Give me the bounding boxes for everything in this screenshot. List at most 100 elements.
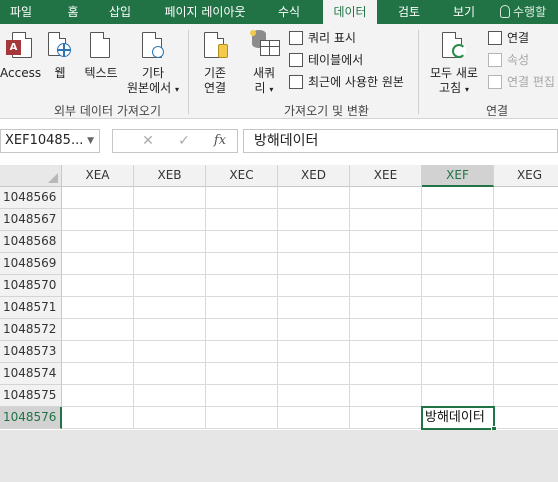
cell-xee1048576[interactable] xyxy=(350,407,422,429)
cell-xec1048569[interactable] xyxy=(206,253,278,275)
cell-xeg1048572[interactable] xyxy=(494,319,558,341)
tab-file[interactable]: 파일 xyxy=(0,0,42,24)
cell-xec1048575[interactable] xyxy=(206,385,278,407)
cell-xed1048576[interactable] xyxy=(278,407,350,429)
other-sources-button[interactable]: 기타 원본에서 ▾ xyxy=(124,28,182,96)
cell-xec1048567[interactable] xyxy=(206,209,278,231)
cell-xec1048570[interactable] xyxy=(206,275,278,297)
cell-xed1048573[interactable] xyxy=(278,341,350,363)
column-header-xee[interactable]: XEE xyxy=(350,165,422,187)
cell-xec1048573[interactable] xyxy=(206,341,278,363)
column-header-xec[interactable]: XEC xyxy=(206,165,278,187)
cell-xeg1048571[interactable] xyxy=(494,297,558,319)
tab-formulas[interactable]: 수식 xyxy=(266,0,312,24)
cell-xea1048567[interactable] xyxy=(62,209,134,231)
recent-sources-button[interactable]: 최근에 사용한 원본 xyxy=(288,74,416,92)
cell-xec1048574[interactable] xyxy=(206,363,278,385)
row-header-1048570[interactable]: 1048570 xyxy=(0,275,62,297)
refresh-all-button[interactable]: 모두 새로 고침 ▾ xyxy=(424,28,484,96)
cell-xed1048571[interactable] xyxy=(278,297,350,319)
cell-xee1048567[interactable] xyxy=(350,209,422,231)
cell-xea1048575[interactable] xyxy=(62,385,134,407)
cell-xea1048568[interactable] xyxy=(62,231,134,253)
cell-xeg1048570[interactable] xyxy=(494,275,558,297)
show-queries-button[interactable]: 쿼리 표시 xyxy=(288,30,388,48)
existing-connections-button[interactable]: 기존 연결 xyxy=(194,28,236,96)
enter-icon[interactable]: ✓ xyxy=(171,130,197,152)
column-header-xea[interactable]: XEA xyxy=(62,165,134,187)
cell-xea1048569[interactable] xyxy=(62,253,134,275)
row-header-1048576[interactable]: 1048576 xyxy=(0,407,62,429)
cell-xeg1048573[interactable] xyxy=(494,341,558,363)
new-query-button[interactable]: 새쿼 리 ▾ xyxy=(244,28,284,96)
row-header-1048572[interactable]: 1048572 xyxy=(0,319,62,341)
cell-xee1048570[interactable] xyxy=(350,275,422,297)
cell-xed1048575[interactable] xyxy=(278,385,350,407)
cell-xef1048569[interactable] xyxy=(422,253,494,275)
tab-data[interactable]: 데이터 xyxy=(323,0,377,24)
cell-xef1048573[interactable] xyxy=(422,341,494,363)
select-all-button[interactable] xyxy=(0,165,62,187)
cell-xea1048572[interactable] xyxy=(62,319,134,341)
cell-xef1048567[interactable] xyxy=(422,209,494,231)
cell-xea1048576[interactable] xyxy=(62,407,134,429)
cell-xed1048574[interactable] xyxy=(278,363,350,385)
cell-xeb1048571[interactable] xyxy=(134,297,206,319)
name-box-dropdown-icon[interactable]: ▼ xyxy=(87,130,94,152)
connections-button[interactable]: 연결 xyxy=(488,30,558,48)
cell-xee1048574[interactable] xyxy=(350,363,422,385)
web-button[interactable]: 웹 xyxy=(44,28,76,84)
cell-xed1048568[interactable] xyxy=(278,231,350,253)
cell-xef1048568[interactable] xyxy=(422,231,494,253)
cell-xeb1048570[interactable] xyxy=(134,275,206,297)
row-header-1048568[interactable]: 1048568 xyxy=(0,231,62,253)
cell-xec1048566[interactable] xyxy=(206,187,278,209)
cell-xeb1048568[interactable] xyxy=(134,231,206,253)
cell-xea1048570[interactable] xyxy=(62,275,134,297)
cell-xeb1048576[interactable] xyxy=(134,407,206,429)
cell-xeb1048574[interactable] xyxy=(134,363,206,385)
cell-xeb1048566[interactable] xyxy=(134,187,206,209)
cell-xeg1048569[interactable] xyxy=(494,253,558,275)
cell-xef1048572[interactable] xyxy=(422,319,494,341)
formula-input[interactable]: 방해데이터 xyxy=(243,129,558,153)
tab-page-layout[interactable]: 페이지 레이아웃 xyxy=(154,0,256,24)
tab-home[interactable]: 홈 xyxy=(52,0,94,24)
cell-xeg1048568[interactable] xyxy=(494,231,558,253)
cell-xea1048566[interactable] xyxy=(62,187,134,209)
row-header-1048567[interactable]: 1048567 xyxy=(0,209,62,231)
cell-xeg1048567[interactable] xyxy=(494,209,558,231)
cell-xeg1048575[interactable] xyxy=(494,385,558,407)
cell-xeb1048572[interactable] xyxy=(134,319,206,341)
cell-xef1048574[interactable] xyxy=(422,363,494,385)
row-header-1048569[interactable]: 1048569 xyxy=(0,253,62,275)
cell-xed1048570[interactable] xyxy=(278,275,350,297)
tell-me-search[interactable]: 수행할 xyxy=(500,0,546,24)
row-header-1048571[interactable]: 1048571 xyxy=(0,297,62,319)
cell-xea1048573[interactable] xyxy=(62,341,134,363)
cell-xed1048572[interactable] xyxy=(278,319,350,341)
cell-xec1048568[interactable] xyxy=(206,231,278,253)
text-button[interactable]: 텍스트 xyxy=(80,28,122,84)
tab-review[interactable]: 검토 xyxy=(387,0,431,24)
access-button[interactable]: A Access xyxy=(0,28,41,84)
cell-xeg1048566[interactable] xyxy=(494,187,558,209)
cell-xeb1048569[interactable] xyxy=(134,253,206,275)
cell-xeg1048574[interactable] xyxy=(494,363,558,385)
cell-xef1048575[interactable] xyxy=(422,385,494,407)
cell-xee1048571[interactable] xyxy=(350,297,422,319)
cell-xee1048569[interactable] xyxy=(350,253,422,275)
cell-xef1048570[interactable] xyxy=(422,275,494,297)
tab-insert[interactable]: 삽입 xyxy=(98,0,142,24)
cell-xea1048574[interactable] xyxy=(62,363,134,385)
row-header-1048566[interactable]: 1048566 xyxy=(0,187,62,209)
cancel-icon[interactable]: ✕ xyxy=(135,130,161,152)
cell-xee1048573[interactable] xyxy=(350,341,422,363)
cell-xee1048572[interactable] xyxy=(350,319,422,341)
cell-xec1048572[interactable] xyxy=(206,319,278,341)
insert-function-icon[interactable]: fx xyxy=(207,130,233,152)
row-header-1048573[interactable]: 1048573 xyxy=(0,341,62,363)
cell-xee1048568[interactable] xyxy=(350,231,422,253)
cell-xed1048567[interactable] xyxy=(278,209,350,231)
row-header-1048575[interactable]: 1048575 xyxy=(0,385,62,407)
